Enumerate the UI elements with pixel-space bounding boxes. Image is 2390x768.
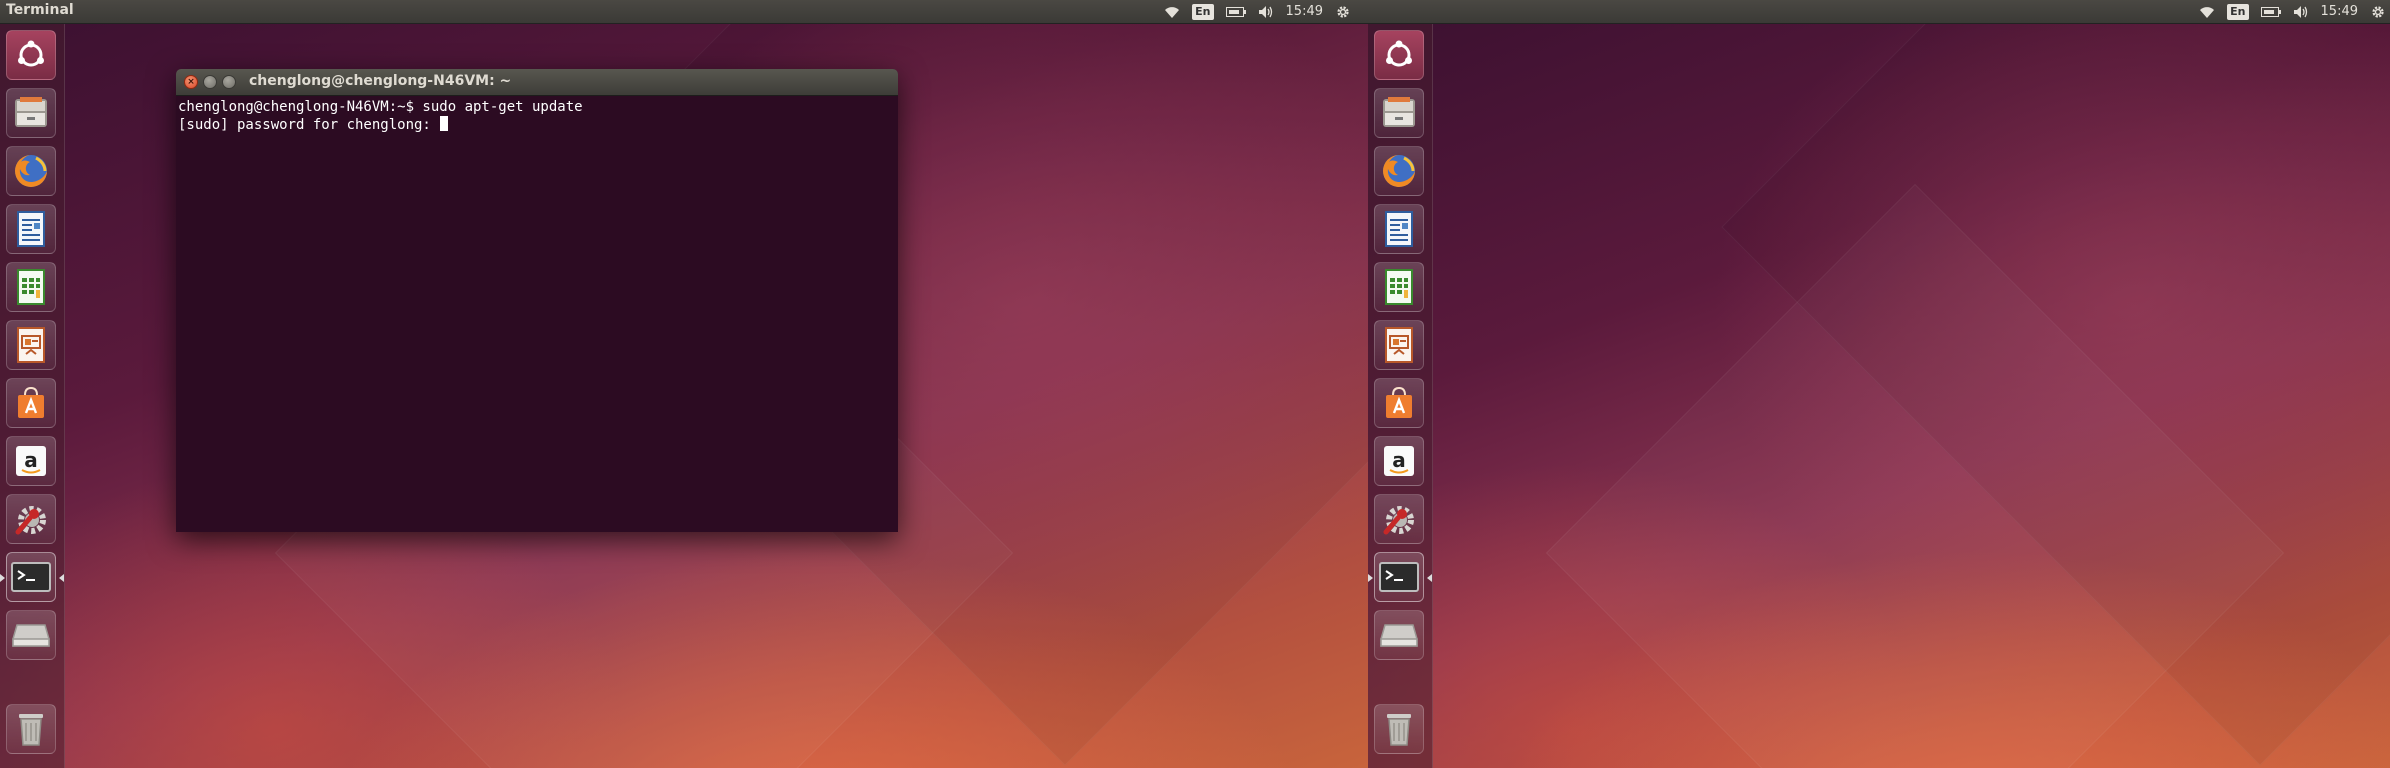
amazon-button[interactable]: a [6, 436, 56, 486]
calc-spreadsheet-icon [1385, 269, 1413, 305]
ubuntu-logo-icon [1386, 40, 1412, 67]
indicator-area: En 15:49 [2199, 0, 2386, 23]
libreoffice-writer-button[interactable] [1374, 204, 1424, 254]
hard-drive-icon [12, 624, 50, 647]
libreoffice-writer-button[interactable] [6, 204, 56, 254]
svg-text:a: a [24, 448, 38, 472]
maximize-window-button[interactable] [222, 75, 236, 89]
minimize-window-button[interactable] [203, 75, 217, 89]
terminal-icon [1379, 562, 1419, 592]
clock[interactable]: 15:49 [1286, 4, 1323, 19]
terminal-line: chenglong@chenglong-N46VM:~$ sudo apt-ge… [178, 99, 583, 115]
trash-button[interactable] [1374, 704, 1424, 754]
keyboard-language-indicator[interactable]: En [2227, 3, 2249, 20]
desktop-wallpaper [1368, 0, 2390, 768]
system-settings-button[interactable] [1374, 494, 1424, 544]
keyboard-language-indicator[interactable]: En [1192, 3, 1214, 20]
libreoffice-impress-button[interactable] [1374, 320, 1424, 370]
amazon-icon: a [1384, 446, 1414, 476]
close-window-button[interactable]: × [184, 75, 198, 89]
settings-wrench-icon [1383, 506, 1414, 535]
terminal-titlebar[interactable]: × chenglong@chenglong-N46VM: ~ [176, 69, 898, 96]
ubuntu-software-center-button[interactable] [6, 378, 56, 428]
wifi-icon[interactable] [2199, 5, 2215, 19]
system-settings-button[interactable] [6, 494, 56, 544]
active-app-title: Terminal [6, 2, 74, 18]
settings-wrench-icon [15, 506, 46, 535]
files-button[interactable] [1374, 88, 1424, 138]
text-cursor [440, 116, 449, 131]
clock[interactable]: 15:49 [2321, 4, 2358, 19]
running-indicator-icon [1368, 574, 1373, 582]
writer-document-icon [1385, 211, 1413, 247]
terminal-output[interactable]: chenglong@chenglong-N46VM:~$ sudo apt-ge… [176, 96, 898, 137]
terminal-button[interactable] [1374, 552, 1424, 602]
battery-icon[interactable] [1225, 6, 1246, 18]
file-cabinet-icon [15, 97, 47, 127]
terminal-window-title: chenglong@chenglong-N46VM: ~ [249, 73, 512, 89]
running-indicator-icon [0, 574, 5, 582]
focused-indicator-icon [59, 574, 64, 582]
battery-icon[interactable] [2260, 6, 2281, 18]
software-center-bag-icon [1386, 386, 1412, 418]
writer-document-icon [17, 211, 45, 247]
top-panel: Terminal En 15:49 [0, 0, 1368, 24]
terminal-line: [sudo] password for chenglong: [178, 117, 440, 133]
amazon-button[interactable]: a [1374, 436, 1424, 486]
volume-icon[interactable] [2293, 5, 2309, 19]
libreoffice-calc-button[interactable] [1374, 262, 1424, 312]
wifi-icon[interactable] [1164, 5, 1180, 19]
software-center-bag-icon [18, 386, 44, 418]
impress-presentation-icon [17, 327, 45, 363]
libreoffice-calc-button[interactable] [6, 262, 56, 312]
calc-spreadsheet-icon [17, 269, 45, 305]
libreoffice-impress-button[interactable] [6, 320, 56, 370]
unity-launcher: a [0, 24, 65, 768]
firefox-icon [1383, 155, 1415, 187]
volume-icon[interactable] [1258, 5, 1274, 19]
file-cabinet-icon [1383, 97, 1415, 127]
svg-text:a: a [1392, 448, 1406, 472]
dash-home-button[interactable] [6, 30, 56, 80]
ubuntu-software-center-button[interactable] [1374, 378, 1424, 428]
trash-icon [19, 714, 43, 746]
firefox-icon [15, 155, 47, 187]
unity-launcher: a [1368, 24, 1433, 768]
terminal-icon [11, 562, 51, 592]
settings-gear-icon[interactable] [2370, 4, 2386, 20]
amazon-icon: a [16, 446, 46, 476]
ubuntu-logo-icon [18, 40, 44, 67]
drive-button[interactable] [6, 610, 56, 660]
right-monitor-screen: En 15:49 a [1368, 0, 2390, 768]
settings-gear-icon[interactable] [1335, 4, 1351, 20]
indicator-area: En 15:49 [1164, 0, 1351, 23]
terminal-button[interactable] [6, 552, 56, 602]
focused-indicator-icon [1427, 574, 1432, 582]
drive-button[interactable] [1374, 610, 1424, 660]
dash-home-button[interactable] [1374, 30, 1424, 80]
left-monitor-screen: Terminal En 15:49 a × chenglong@chenglon… [0, 0, 1368, 768]
trash-button[interactable] [6, 704, 56, 754]
files-button[interactable] [6, 88, 56, 138]
hard-drive-icon [1380, 624, 1418, 647]
firefox-button[interactable] [6, 146, 56, 196]
firefox-button[interactable] [1374, 146, 1424, 196]
top-panel: En 15:49 [1368, 0, 2390, 24]
terminal-window[interactable]: × chenglong@chenglong-N46VM: ~ chenglong… [176, 69, 898, 532]
trash-icon [1387, 714, 1411, 746]
impress-presentation-icon [1385, 327, 1413, 363]
